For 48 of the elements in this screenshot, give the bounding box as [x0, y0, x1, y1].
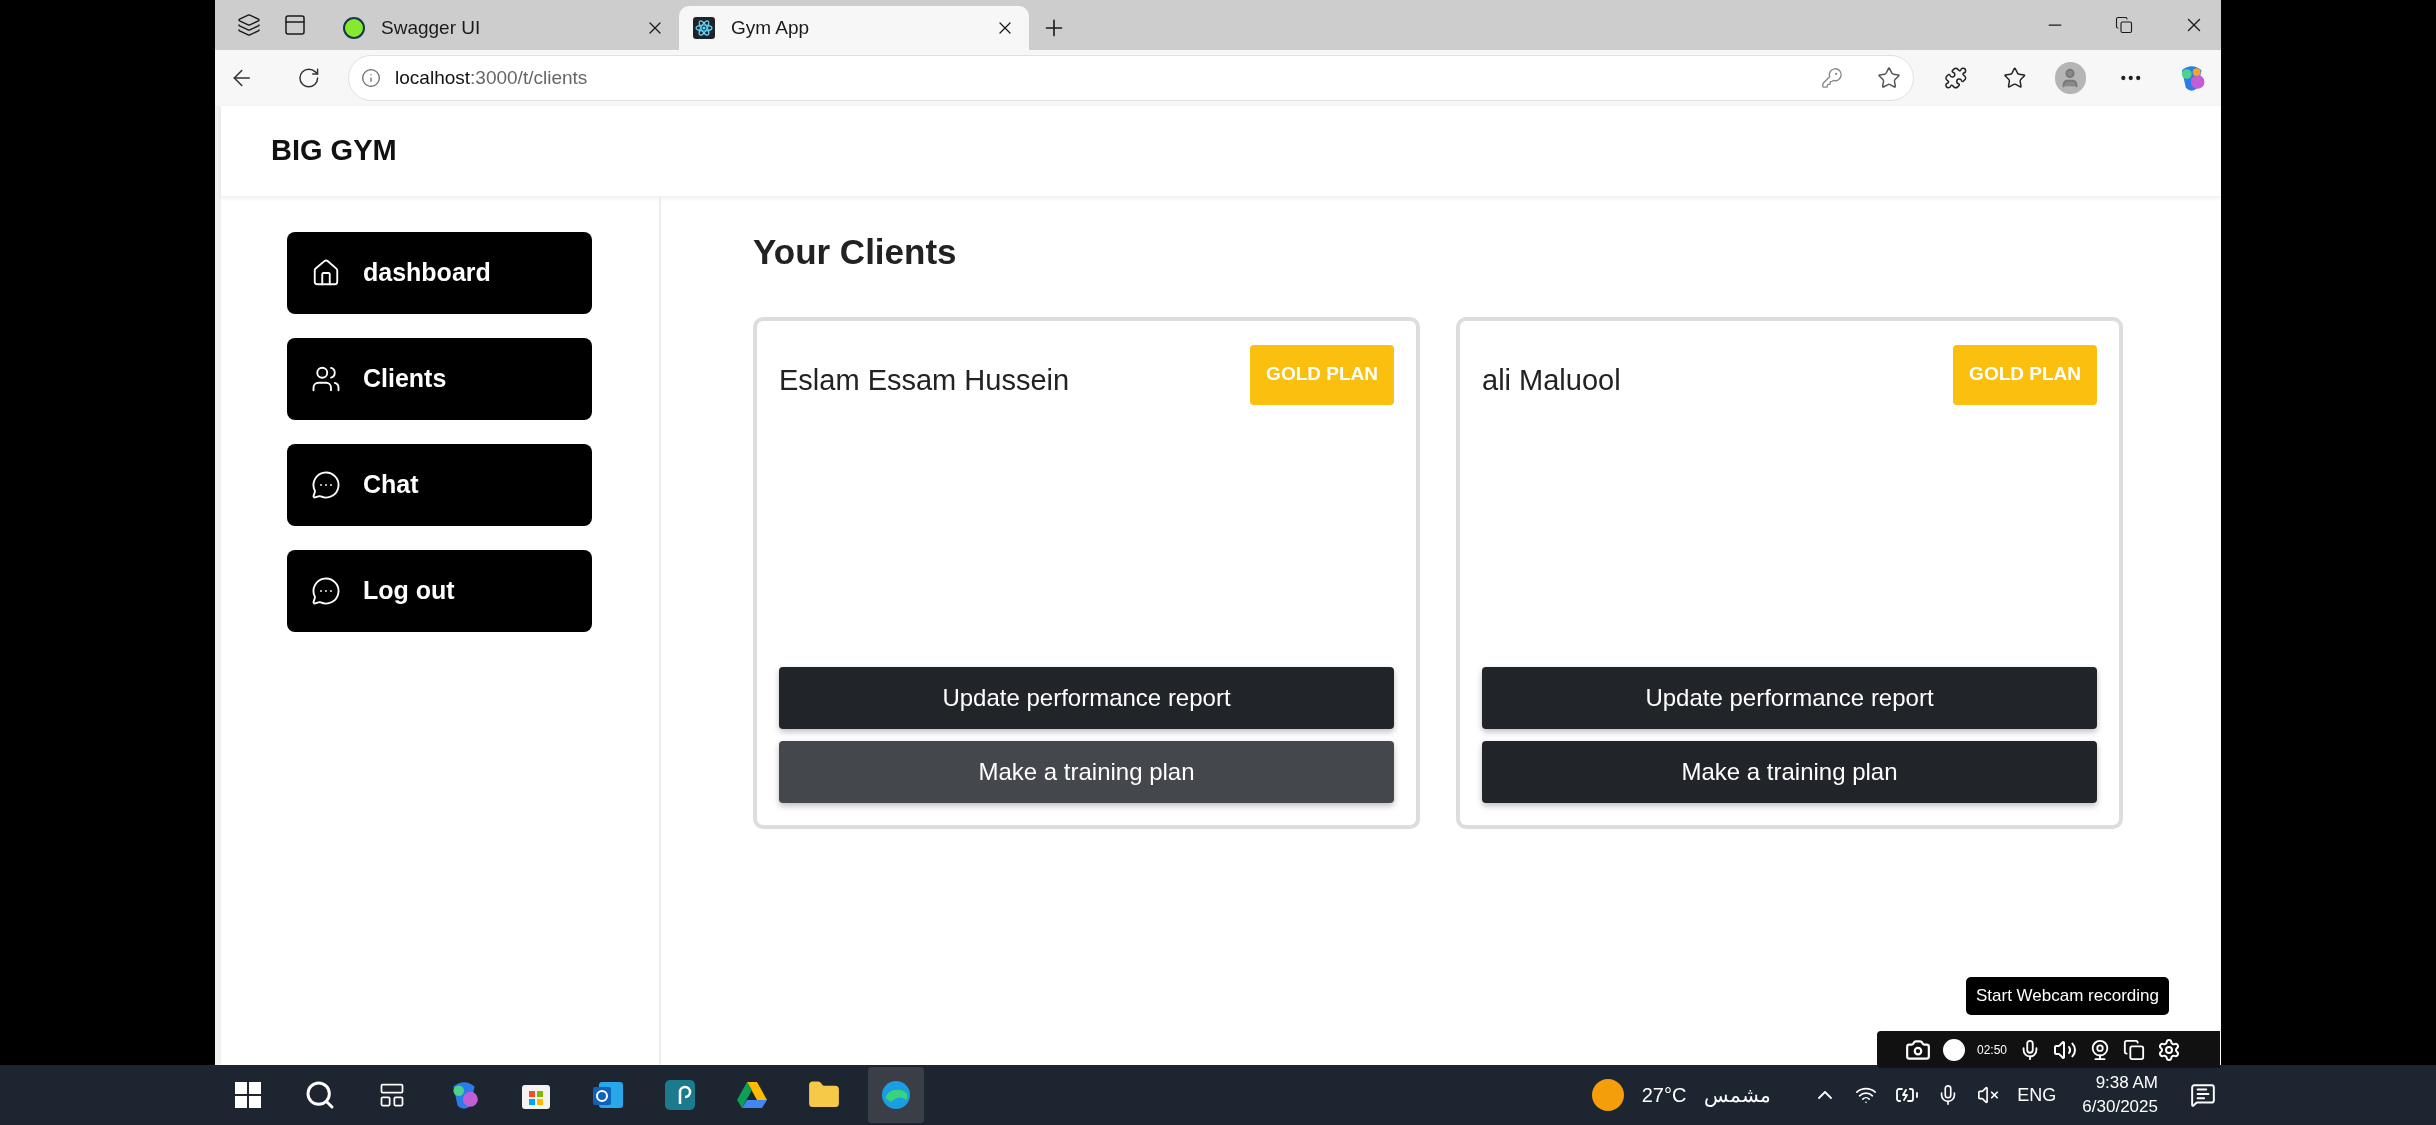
sidebar-nav-button[interactable]: Log out — [287, 550, 592, 632]
sidebar-nav-button[interactable]: Clients — [287, 338, 592, 420]
address-field[interactable]: localhost:3000/t/clients — [348, 55, 1914, 101]
temperature-text[interactable]: 27°C — [1641, 1080, 1687, 1110]
brand-title: BIG GYM — [271, 133, 397, 169]
tab-actions-icon[interactable] — [283, 13, 307, 37]
home-icon — [311, 258, 341, 288]
notifications-icon[interactable] — [2190, 1082, 2216, 1108]
plan-badge: GOLD PLAN — [1953, 344, 2097, 405]
users-icon — [311, 364, 341, 394]
client-name: ali Maluool — [1482, 362, 1621, 398]
client-name: Eslam Essam Hussein — [779, 362, 1070, 398]
sun-icon[interactable] — [1591, 1079, 1624, 1111]
browser-icon[interactable] — [868, 1067, 924, 1123]
card-action-button[interactable]: Make a training plan — [1482, 740, 2097, 803]
atom-logo-icon — [693, 17, 715, 39]
browser-tab[interactable]: Gym App — [679, 6, 1029, 50]
favorite-star-icon[interactable] — [1876, 66, 1901, 90]
windows-icon[interactable] — [2123, 1038, 2146, 1061]
page-title: Your Clients — [753, 231, 958, 273]
reload-icon[interactable] — [296, 66, 321, 90]
recorder-tooltip: Start Webcam recording — [1966, 977, 2169, 1015]
workspaces-icon[interactable] — [237, 13, 261, 37]
swagger-logo-icon — [343, 17, 365, 39]
key-icon[interactable] — [1820, 67, 1843, 89]
browser-tab[interactable]: Swagger UI — [329, 6, 679, 50]
weather-text[interactable]: مشمس — [1704, 1080, 1772, 1110]
chat-bubble-icon — [311, 576, 341, 606]
muted-speaker-icon[interactable] — [1977, 1084, 2000, 1106]
plan-badge: GOLD PLAN — [1250, 344, 1394, 405]
restore-icon[interactable] — [2115, 16, 2133, 34]
recording-timer: 02:50 — [1977, 1041, 2008, 1059]
settings-icon[interactable] — [2157, 1037, 2182, 1062]
extensions-icon[interactable] — [1943, 66, 1968, 90]
language-indicator[interactable]: ENG — [2017, 1081, 2057, 1109]
record-icon[interactable] — [1943, 1038, 1965, 1061]
url-text: localhost:3000/t/clients — [395, 65, 589, 90]
info-icon — [361, 68, 382, 88]
chat-bubble-icon — [311, 470, 341, 500]
clock-date[interactable]: 6/30/2025 — [2082, 1095, 2158, 1119]
profile-avatar-icon[interactable] — [2054, 62, 2087, 94]
sidebar-nav-button[interactable]: dashboard — [287, 232, 592, 314]
card-action-button[interactable]: Update performance report — [1482, 666, 2097, 729]
favorites-list-icon[interactable] — [2003, 66, 2027, 90]
card-action-button[interactable]: Make a training plan — [779, 740, 1394, 803]
card-action-button[interactable]: Update performance report — [779, 666, 1394, 729]
clock-time[interactable]: 9:38 AM — [2095, 1071, 2158, 1095]
sidebar-nav-button[interactable]: Chat — [287, 444, 592, 526]
